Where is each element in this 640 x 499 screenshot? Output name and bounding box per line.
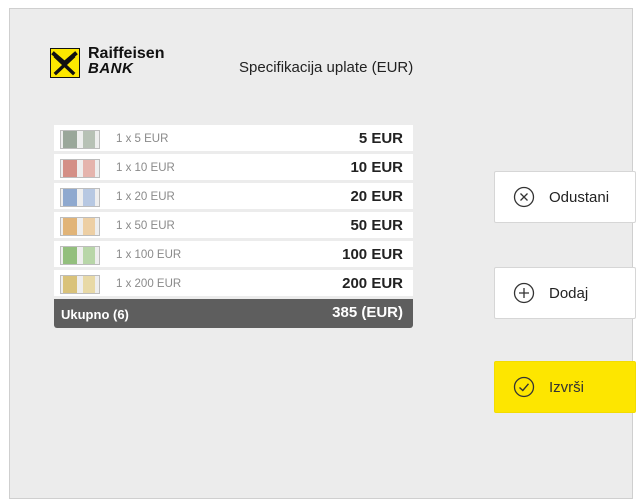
row-qty: 1 x 20 EUR — [116, 191, 175, 203]
row-qty: 1 x 5 EUR — [116, 133, 169, 145]
row-qty: 1 x 100 EUR — [116, 249, 182, 261]
logo-line2: BANK — [88, 60, 134, 77]
banknote-5-icon — [60, 130, 100, 149]
total-row: Ukupno (6) 385 (EUR) — [54, 299, 413, 328]
banknote-10-icon — [60, 159, 100, 178]
banknote-100-icon — [60, 246, 100, 265]
execute-button[interactable]: Izvrši — [494, 361, 636, 413]
row-amount: 50 EUR — [350, 217, 403, 234]
banknote-200-icon — [60, 275, 100, 294]
banknote-20-icon — [60, 188, 100, 207]
row-amount: 10 EUR — [350, 159, 403, 176]
total-value: 385 (EUR) — [332, 304, 403, 321]
table-row: 1 x 50 EUR 50 EUR — [54, 212, 413, 241]
atm-screen: Raiffeisen BANK Specifikacija uplate (EU… — [9, 8, 636, 499]
total-label: Ukupno (6) — [61, 307, 129, 322]
row-qty: 1 x 50 EUR — [116, 220, 175, 232]
banknote-50-icon — [60, 217, 100, 236]
row-amount: 200 EUR — [342, 275, 403, 292]
add-button[interactable]: Dodaj — [494, 267, 636, 319]
table-row: 1 x 10 EUR 10 EUR — [54, 154, 413, 183]
cancel-icon — [513, 186, 535, 208]
add-button-label: Dodaj — [549, 284, 589, 302]
table-row: 1 x 5 EUR 5 EUR — [54, 125, 413, 154]
execute-button-label: Izvrši — [549, 378, 584, 396]
cancel-button-label: Odustani — [549, 188, 610, 206]
check-icon — [513, 376, 535, 398]
row-qty: 1 x 200 EUR — [116, 278, 182, 290]
table-row: 1 x 200 EUR 200 EUR — [54, 270, 413, 299]
logo-text: Raiffeisen BANK — [88, 45, 165, 77]
row-amount: 100 EUR — [342, 246, 403, 263]
plus-icon — [513, 282, 535, 304]
page-title: Specifikacija uplate (EUR) — [239, 59, 414, 76]
table-row: 1 x 100 EUR 100 EUR — [54, 241, 413, 270]
row-qty: 1 x 10 EUR — [116, 162, 175, 174]
cancel-button[interactable]: Odustani — [494, 171, 636, 223]
logo-line1: Raiffeisen — [88, 45, 165, 62]
deposit-spec-table: 1 x 5 EUR 5 EUR 1 x 10 EUR 10 EUR 1 x 20… — [54, 125, 413, 328]
row-amount: 20 EUR — [350, 188, 403, 205]
raiffeisen-logo: Raiffeisen BANK — [50, 45, 190, 81]
table-row: 1 x 20 EUR 20 EUR — [54, 183, 413, 212]
raiffeisen-gable-cross-icon — [50, 48, 80, 78]
row-amount: 5 EUR — [358, 130, 403, 147]
